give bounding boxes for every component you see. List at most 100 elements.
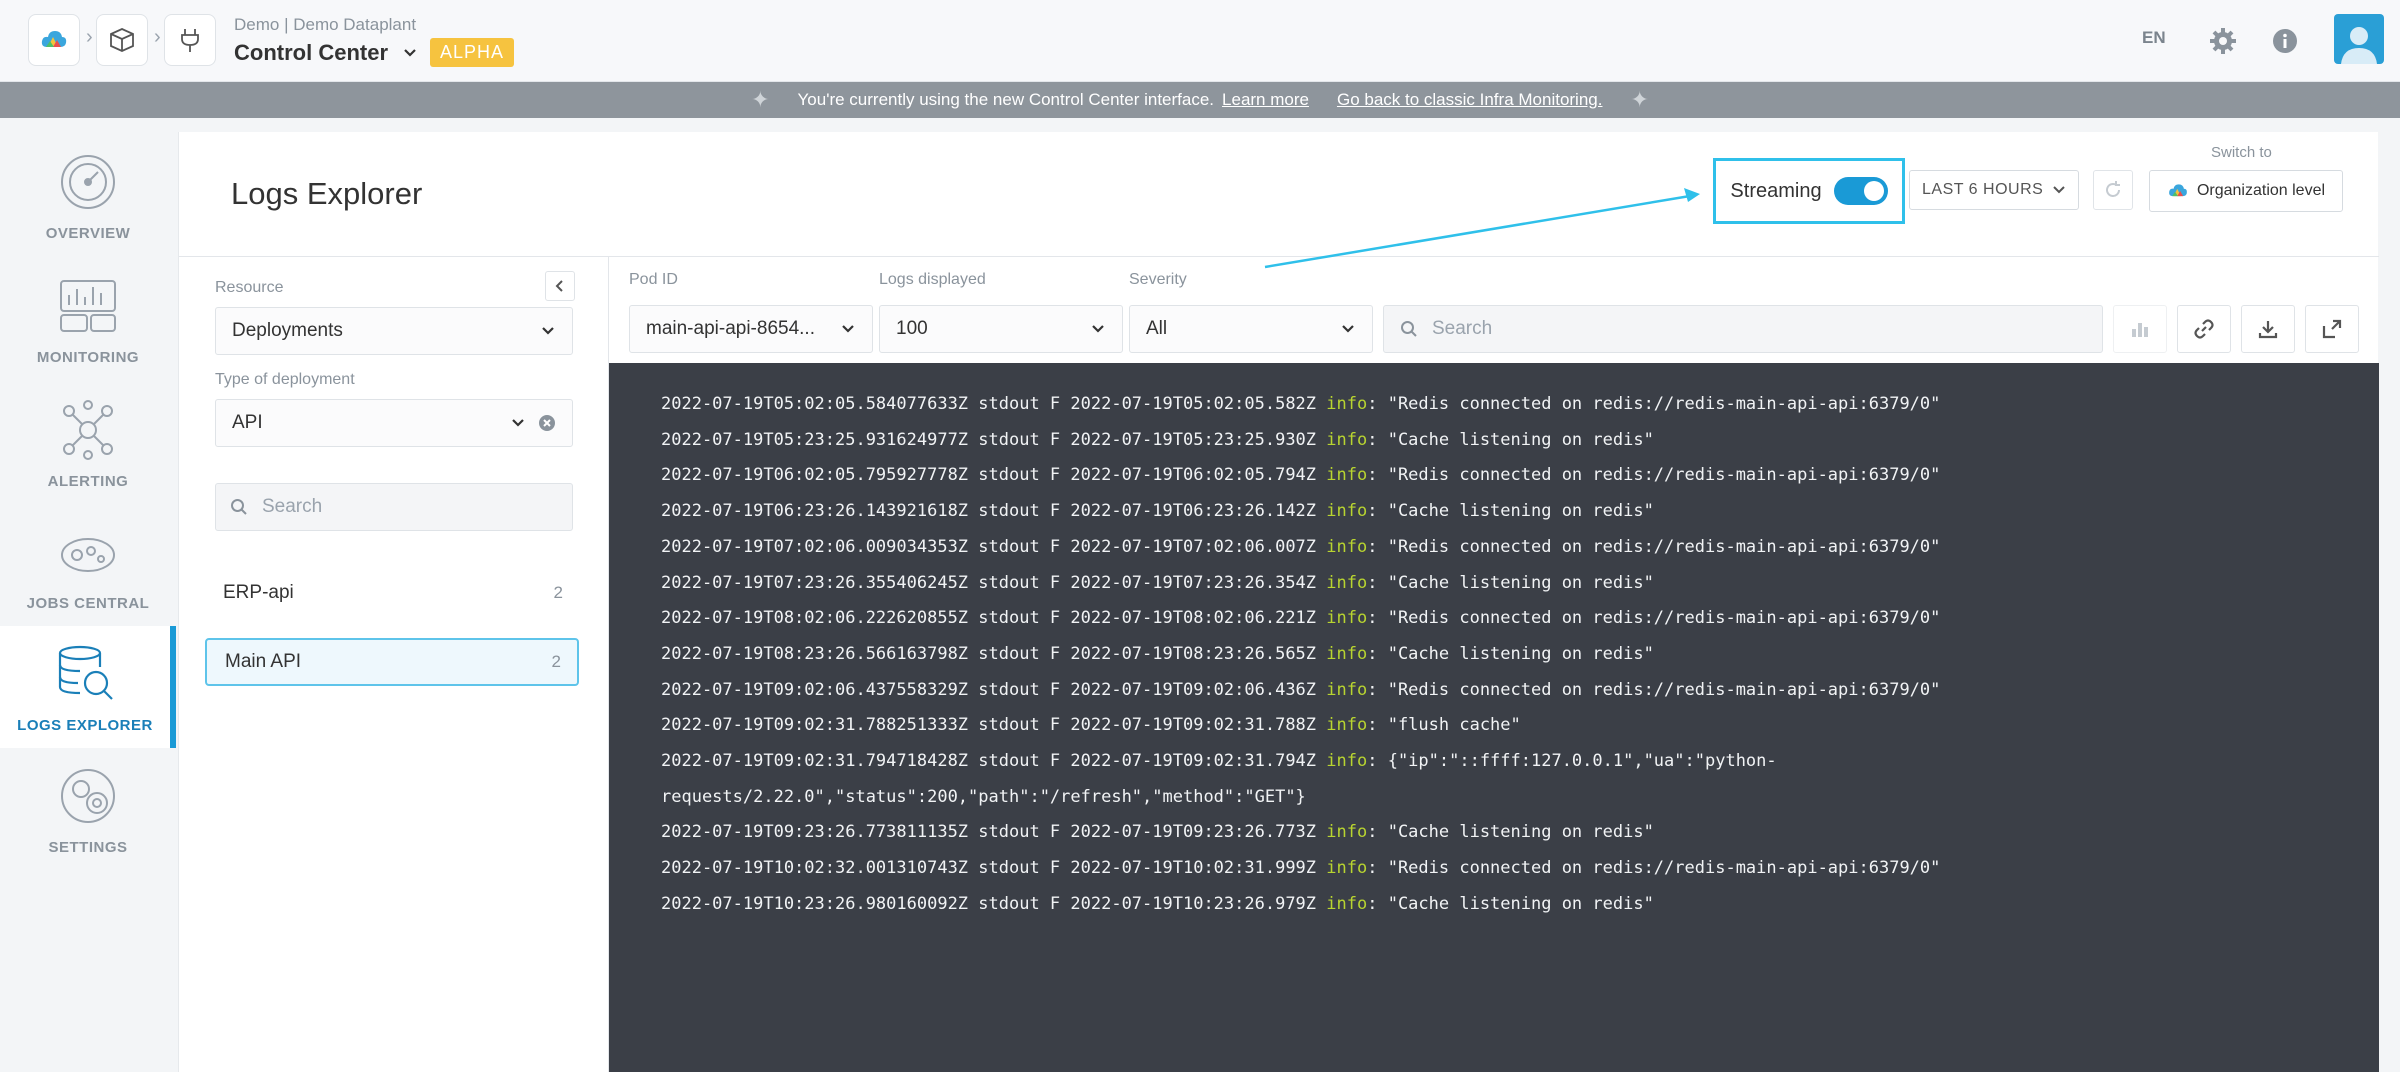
classic-monitoring-link[interactable]: Go back to classic Infra Monitoring. (1337, 90, 1603, 110)
nav-label: ALERTING (47, 473, 129, 490)
chevron-down-icon (2053, 186, 2065, 194)
log-message: : "flush cache" (1367, 715, 1521, 736)
log-prefix: 2022-07-19T09:23:26.773811135Z stdout F … (661, 822, 1327, 843)
project-crumb-button[interactable] (96, 14, 148, 66)
log-line: 2022-07-19T06:23:26.143921618Z stdout F … (661, 494, 2379, 530)
resource-select[interactable]: Deployments (215, 307, 573, 355)
sparkle-icon: ✦ (751, 87, 770, 112)
info-icon (2273, 29, 2297, 53)
nav-monitoring[interactable]: MONITORING (0, 258, 176, 380)
left-navigation: OVERVIEW MONITORING ALERTING JOBS CENTRA… (0, 118, 176, 1072)
log-line: 2022-07-19T07:02:06.009034353Z stdout F … (661, 530, 2379, 566)
org-switcher[interactable]: Control Center (234, 40, 418, 66)
log-level: info (1326, 822, 1368, 843)
plug-icon (181, 29, 199, 52)
gear-icon (2210, 28, 2236, 54)
log-prefix: requests/2.22.0","status":200,"path":"/r… (661, 786, 1306, 807)
log-level: info (1326, 465, 1368, 486)
alert-network-icon (63, 400, 113, 460)
learn-more-link[interactable]: Learn more (1222, 90, 1309, 110)
user-avatar-icon (2341, 27, 2377, 64)
log-line: 2022-07-19T09:02:31.794718428Z stdout F … (661, 744, 2379, 780)
histogram-button[interactable] (2113, 305, 2167, 353)
logs-explorer-card: Logs Explorer Streaming LAST 6 HOURS Swi… (178, 132, 2379, 1072)
log-prefix: 2022-07-19T09:02:31.794718428Z stdout F … (661, 751, 1327, 772)
log-prefix: 2022-07-19T05:23:25.931624977Z stdout F … (661, 429, 1327, 450)
list-item-count: 2 (553, 583, 563, 602)
log-level: info (1326, 572, 1368, 593)
expand-button[interactable] (2305, 305, 2359, 353)
gauge-icon (61, 155, 115, 209)
logs-displayed-value: 100 (896, 318, 928, 339)
log-line: requests/2.22.0","status":200,"path":"/r… (661, 780, 2379, 816)
download-button[interactable] (2241, 305, 2295, 353)
log-line: 2022-07-19T05:23:25.931624977Z stdout F … (661, 423, 2379, 459)
nav-overview[interactable]: OVERVIEW (0, 134, 176, 256)
nav-settings[interactable]: SETTINGS (0, 748, 176, 870)
copy-link-button[interactable] (2177, 305, 2231, 353)
chevron-down-icon (842, 325, 854, 333)
log-console[interactable]: 2022-07-19T05:02:05.584077633Z stdout F … (609, 363, 2379, 1072)
chevron-down-icon (1092, 325, 1104, 333)
collapse-panel-button[interactable] (545, 271, 575, 301)
log-level: info (1326, 394, 1368, 414)
streaming-control: Streaming (1713, 158, 1905, 224)
log-level: info (1326, 429, 1368, 450)
log-line: 2022-07-19T07:23:26.355406245Z stdout F … (661, 566, 2379, 602)
clear-icon[interactable] (538, 414, 556, 432)
settings-button[interactable] (2206, 24, 2240, 58)
log-level: info (1326, 715, 1368, 736)
env-crumb-button[interactable] (164, 14, 216, 66)
severity-select[interactable]: All (1129, 305, 1373, 353)
log-prefix: 2022-07-19T08:23:26.566163798Z stdout F … (661, 643, 1327, 664)
language-selector[interactable]: EN (2142, 28, 2166, 48)
pod-id-select[interactable]: main-api-api-8654... (629, 305, 873, 353)
log-line: 2022-07-19T05:02:05.584077633Z stdout F … (661, 387, 2379, 423)
deployment-type-select[interactable]: API (215, 399, 573, 447)
log-prefix: 2022-07-19T10:23:26.980160092Z stdout F … (661, 893, 1327, 914)
time-range-dropdown[interactable]: LAST 6 HOURS (1909, 170, 2079, 210)
alpha-badge: ALPHA (430, 38, 515, 67)
log-prefix: 2022-07-19T09:02:31.788251333Z stdout F … (661, 715, 1327, 736)
jobs-icon (61, 538, 115, 572)
log-prefix: 2022-07-19T08:02:06.222620855Z stdout F … (661, 608, 1327, 629)
nav-jobs-central[interactable]: JOBS CENTRAL (0, 504, 176, 626)
list-item-erp-api[interactable]: ERP-api 2 (205, 569, 579, 617)
interface-banner: ✦ You're currently using the new Control… (0, 82, 2400, 118)
streaming-label: Streaming (1730, 179, 1822, 202)
user-avatar[interactable] (2334, 14, 2384, 64)
resource-search-input[interactable]: Search (215, 483, 573, 531)
log-message: : "Redis connected on redis://redis-main… (1367, 465, 1941, 486)
cube-icon (110, 28, 134, 52)
log-message: : {"ip":"::ffff:127.0.0.1","ua":"python- (1367, 751, 1777, 772)
logs-displayed-select[interactable]: 100 (879, 305, 1123, 353)
log-line: 2022-07-19T09:23:26.773811135Z stdout F … (661, 815, 2379, 851)
nav-alerting[interactable]: ALERTING (0, 382, 176, 504)
chevron-down-icon[interactable] (510, 415, 526, 431)
download-icon (2258, 321, 2278, 339)
search-icon (231, 499, 247, 515)
nav-logs-explorer[interactable]: LOGS EXPLORER (0, 626, 176, 748)
switch-to-label: Switch to (2211, 144, 2272, 161)
log-level: info (1326, 893, 1368, 914)
nav-label: MONITORING (36, 349, 140, 366)
org-title-text: Control Center (234, 40, 388, 65)
org-logo-button[interactable] (28, 14, 80, 66)
severity-value: All (1146, 318, 1168, 339)
chevron-down-icon (542, 327, 554, 335)
refresh-button[interactable] (2093, 170, 2133, 210)
info-button[interactable] (2268, 24, 2302, 58)
list-item-main-api[interactable]: Main API 2 (205, 638, 579, 686)
chevron-down-icon (1342, 325, 1354, 333)
log-level: info (1326, 751, 1368, 772)
log-line: 2022-07-19T06:02:05.795927778Z stdout F … (661, 458, 2379, 494)
log-search-input[interactable]: Search (1383, 305, 2103, 353)
search-placeholder: Search (1432, 318, 1493, 339)
log-message: : "Cache listening on redis" (1367, 572, 1654, 593)
streaming-toggle[interactable] (1833, 177, 1888, 205)
organization-level-button[interactable]: Organization level (2149, 170, 2343, 212)
log-message: : "Redis connected on redis://redis-main… (1367, 679, 1941, 700)
resource-panel: Resource Deployments Type of deployment … (179, 257, 609, 1072)
organization-level-label: Organization level (2196, 182, 2326, 199)
deployment-type-value: API (232, 412, 263, 433)
